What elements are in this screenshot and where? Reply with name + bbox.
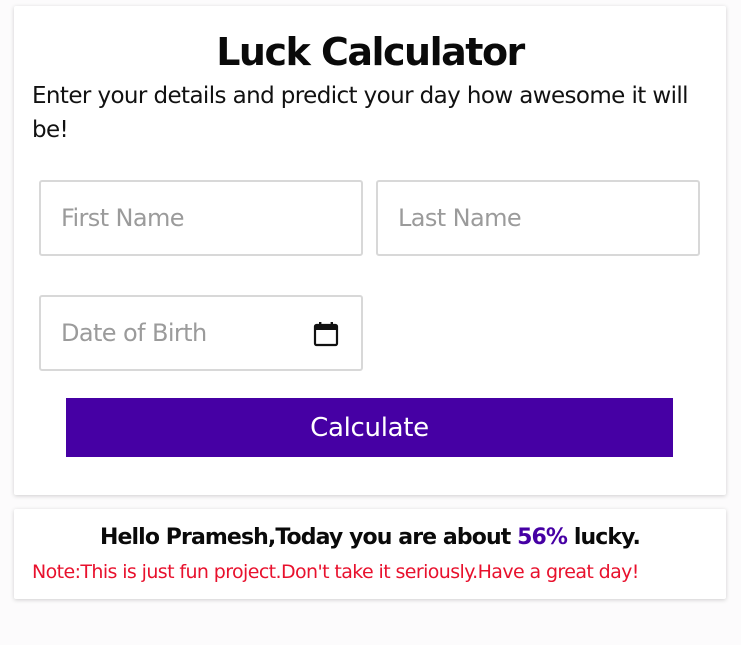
last-name-field: [376, 180, 700, 256]
last-name-input[interactable]: [378, 182, 698, 254]
date-of-birth-field: [39, 295, 363, 371]
page-subtitle: Enter your details and predict your day …: [32, 83, 689, 143]
result-prefix: Hello Pramesh,Today you are about: [100, 525, 518, 550]
result-message: Hello Pramesh,Today you are about 56% lu…: [14, 525, 726, 550]
first-name-input[interactable]: [41, 182, 361, 254]
calculate-button[interactable]: Calculate: [66, 398, 673, 457]
luck-percent: 56%: [517, 525, 568, 550]
first-name-field: [39, 180, 363, 256]
page-title: Luck Calculator: [216, 30, 525, 74]
disclaimer-note: Note:This is just fun project.Don't take…: [32, 561, 639, 583]
luck-calculator-card: Luck Calculator Enter your details and p…: [14, 6, 726, 495]
result-card: Hello Pramesh,Today you are about 56% lu…: [14, 509, 726, 599]
result-suffix: lucky.: [567, 525, 641, 550]
calendar-icon[interactable]: [313, 321, 339, 347]
